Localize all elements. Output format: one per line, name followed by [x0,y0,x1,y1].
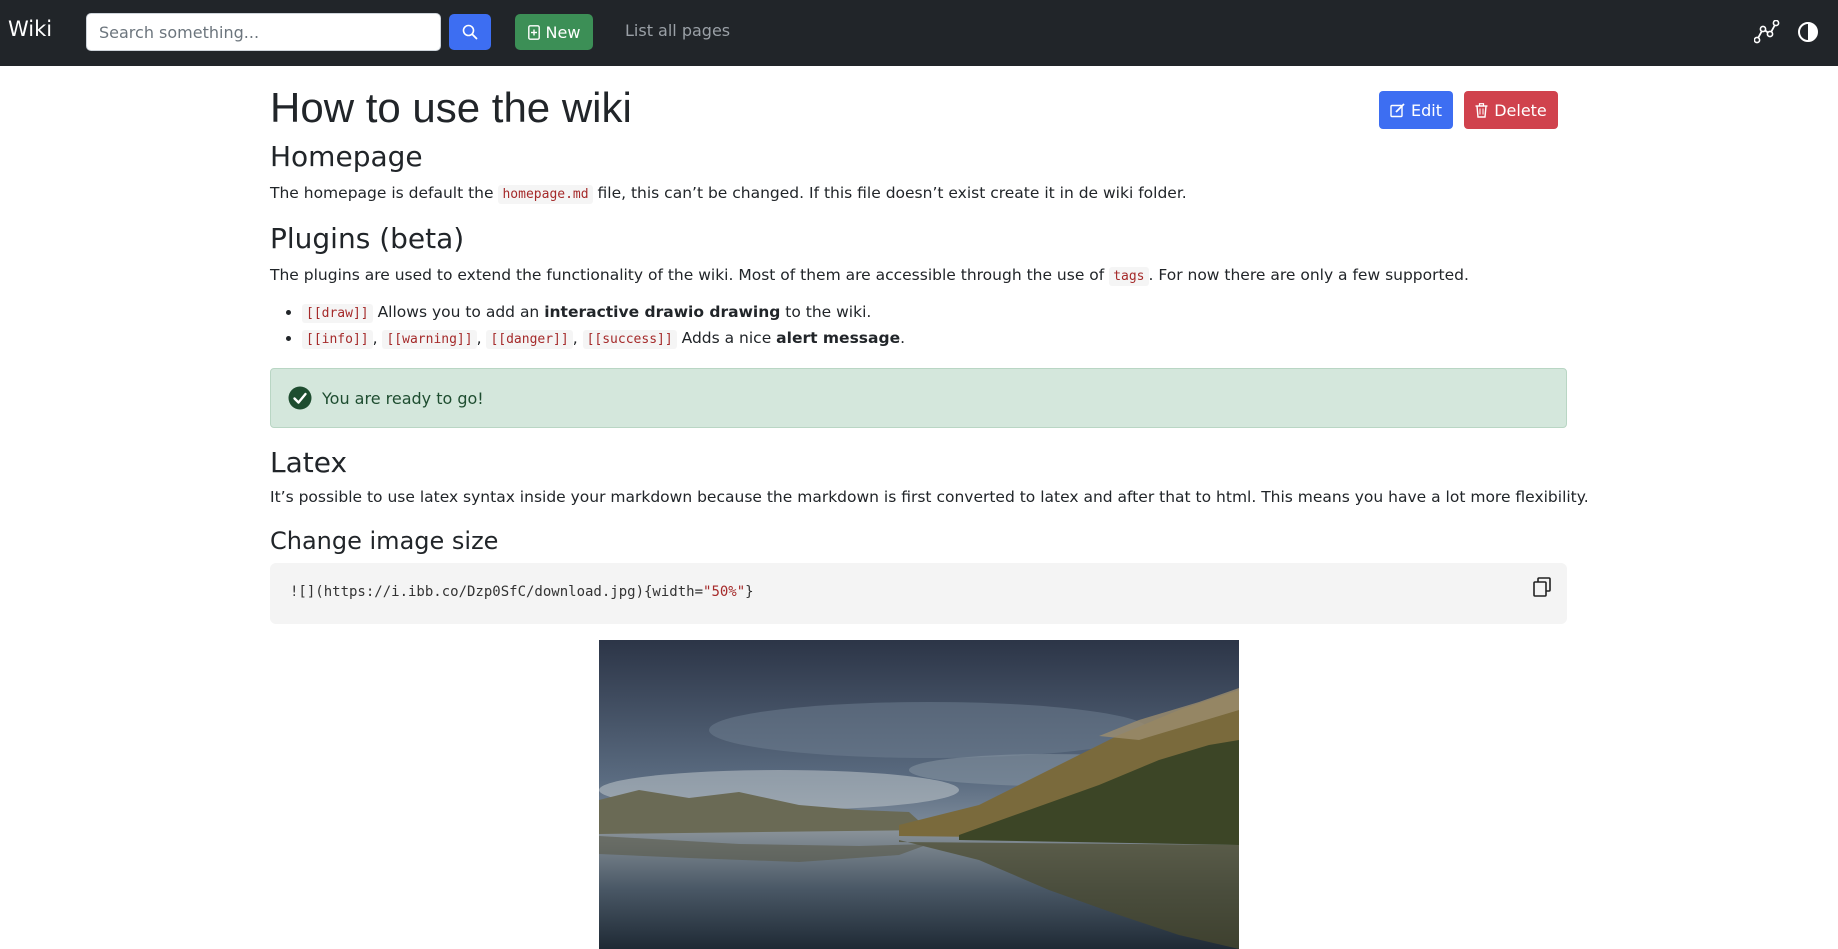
delete-button[interactable]: Delete [1464,91,1558,129]
list-item: [[info]], [[warning]], [[danger]], [[suc… [302,328,905,350]
latex-paragraph: It’s possible to use latex syntax inside… [270,488,1589,506]
homepage-paragraph: The homepage is default the homepage.md … [270,184,1187,204]
success-alert: You are ready to go! [270,368,1567,428]
file-plus-icon [527,24,540,40]
page-title: How to use the wiki [270,84,632,131]
edit-button-label: Edit [1411,100,1442,120]
copy-icon[interactable] [1533,577,1551,597]
plugins-paragraph: The plugins are used to extend the funct… [270,266,1469,286]
graph-icon[interactable] [1754,20,1780,44]
delete-button-label: Delete [1494,100,1547,120]
new-page-button[interactable]: New [515,14,593,50]
inline-code: [[warning]] [382,330,477,349]
alert-text: You are ready to go! [322,388,484,408]
landscape-image [599,640,1239,949]
search-input[interactable] [86,13,441,51]
inline-code: homepage.md [498,185,593,204]
inline-code: [[info]] [302,330,373,349]
inline-code: [[danger]] [486,330,573,349]
inline-code: [[draw]] [302,304,373,323]
edit-button[interactable]: Edit [1379,91,1453,129]
heading-latex: Latex [270,446,348,479]
search-icon [462,24,478,40]
heading-plugins: Plugins (beta) [270,222,465,255]
inline-code: tags [1109,267,1149,286]
edit-icon [1390,102,1405,117]
theme-toggle-icon[interactable] [1797,21,1819,43]
code-block: ![](https://i.ibb.co/Dzp0SfC/download.jp… [270,563,1567,624]
plugins-list: [[draw]] Allows you to add an interactiv… [270,302,905,354]
top-navbar: Wiki New List all pages [0,0,1838,66]
new-button-label: New [545,22,581,42]
heading-homepage: Homepage [270,140,423,173]
search-button[interactable] [449,14,491,50]
check-circle-icon [288,386,312,410]
list-item: [[draw]] Allows you to add an interactiv… [302,302,905,324]
trash-icon [1475,102,1488,118]
list-all-pages-link[interactable]: List all pages [625,21,730,40]
inline-code: [[success]] [582,330,677,349]
heading-change-image-size: Change image size [270,527,499,555]
brand-logo[interactable]: Wiki [8,17,52,41]
